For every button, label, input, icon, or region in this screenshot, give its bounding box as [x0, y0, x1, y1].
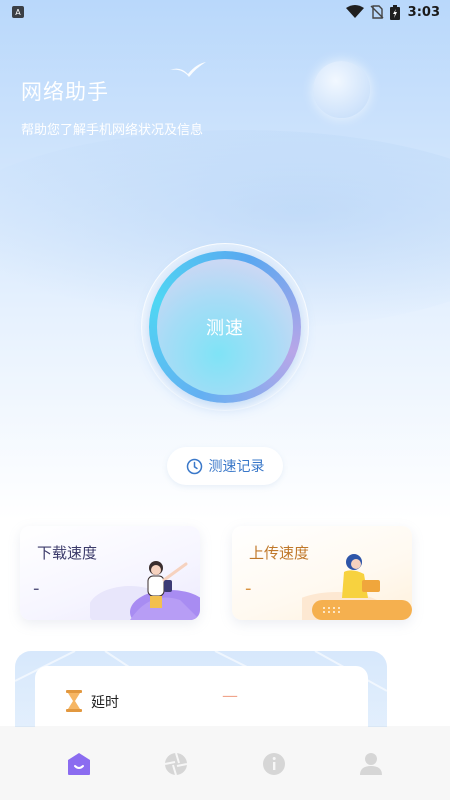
tab-info[interactable] — [254, 744, 294, 784]
home-icon — [67, 752, 90, 775]
latency-label: 延时 — [91, 695, 119, 711]
tab-profile[interactable] — [351, 744, 391, 784]
bird-icon — [170, 62, 206, 77]
download-speed-label: 下载速度 — [37, 544, 98, 562]
speed-history-button[interactable]: 测速记录 — [167, 447, 283, 485]
app-notification-icon: A — [12, 6, 24, 18]
download-speed-value: - — [33, 578, 40, 599]
upload-speed-value: - — [245, 578, 252, 599]
tab-home[interactable] — [59, 744, 99, 784]
status-time: 3:03 — [407, 4, 440, 20]
speed-test-label: 测速 — [206, 318, 244, 339]
download-illustration — [90, 561, 200, 620]
clock-icon — [186, 458, 202, 474]
upload-illustration — [302, 554, 412, 620]
download-speed-card[interactable]: 下载速度 - — [20, 526, 200, 620]
no-sim-icon — [370, 5, 384, 19]
user-icon — [360, 752, 383, 775]
battery-charging-icon — [389, 4, 400, 20]
aperture-icon — [165, 752, 188, 775]
page-title: 网络助手 — [21, 80, 109, 104]
speed-test-ring: 测速 — [149, 251, 301, 403]
speed-test-inner: 测速 — [157, 259, 293, 395]
speed-test-button[interactable]: 测速 — [141, 243, 309, 411]
page-subtitle: 帮助您了解手机网络状况及信息 — [21, 123, 204, 138]
info-icon — [262, 752, 285, 775]
upload-speed-label: 上传速度 — [249, 544, 310, 562]
status-bar: A 3:03 — [0, 0, 450, 24]
bottom-tab-bar — [0, 727, 450, 800]
upload-speed-card[interactable]: 上传速度 - — [232, 526, 412, 620]
moon-decoration — [313, 61, 370, 118]
tab-discover[interactable] — [156, 744, 196, 784]
speed-history-label: 测速记录 — [208, 459, 265, 475]
hourglass-icon — [66, 690, 82, 712]
wifi-icon — [345, 5, 364, 18]
latency-value: — — [222, 686, 238, 705]
